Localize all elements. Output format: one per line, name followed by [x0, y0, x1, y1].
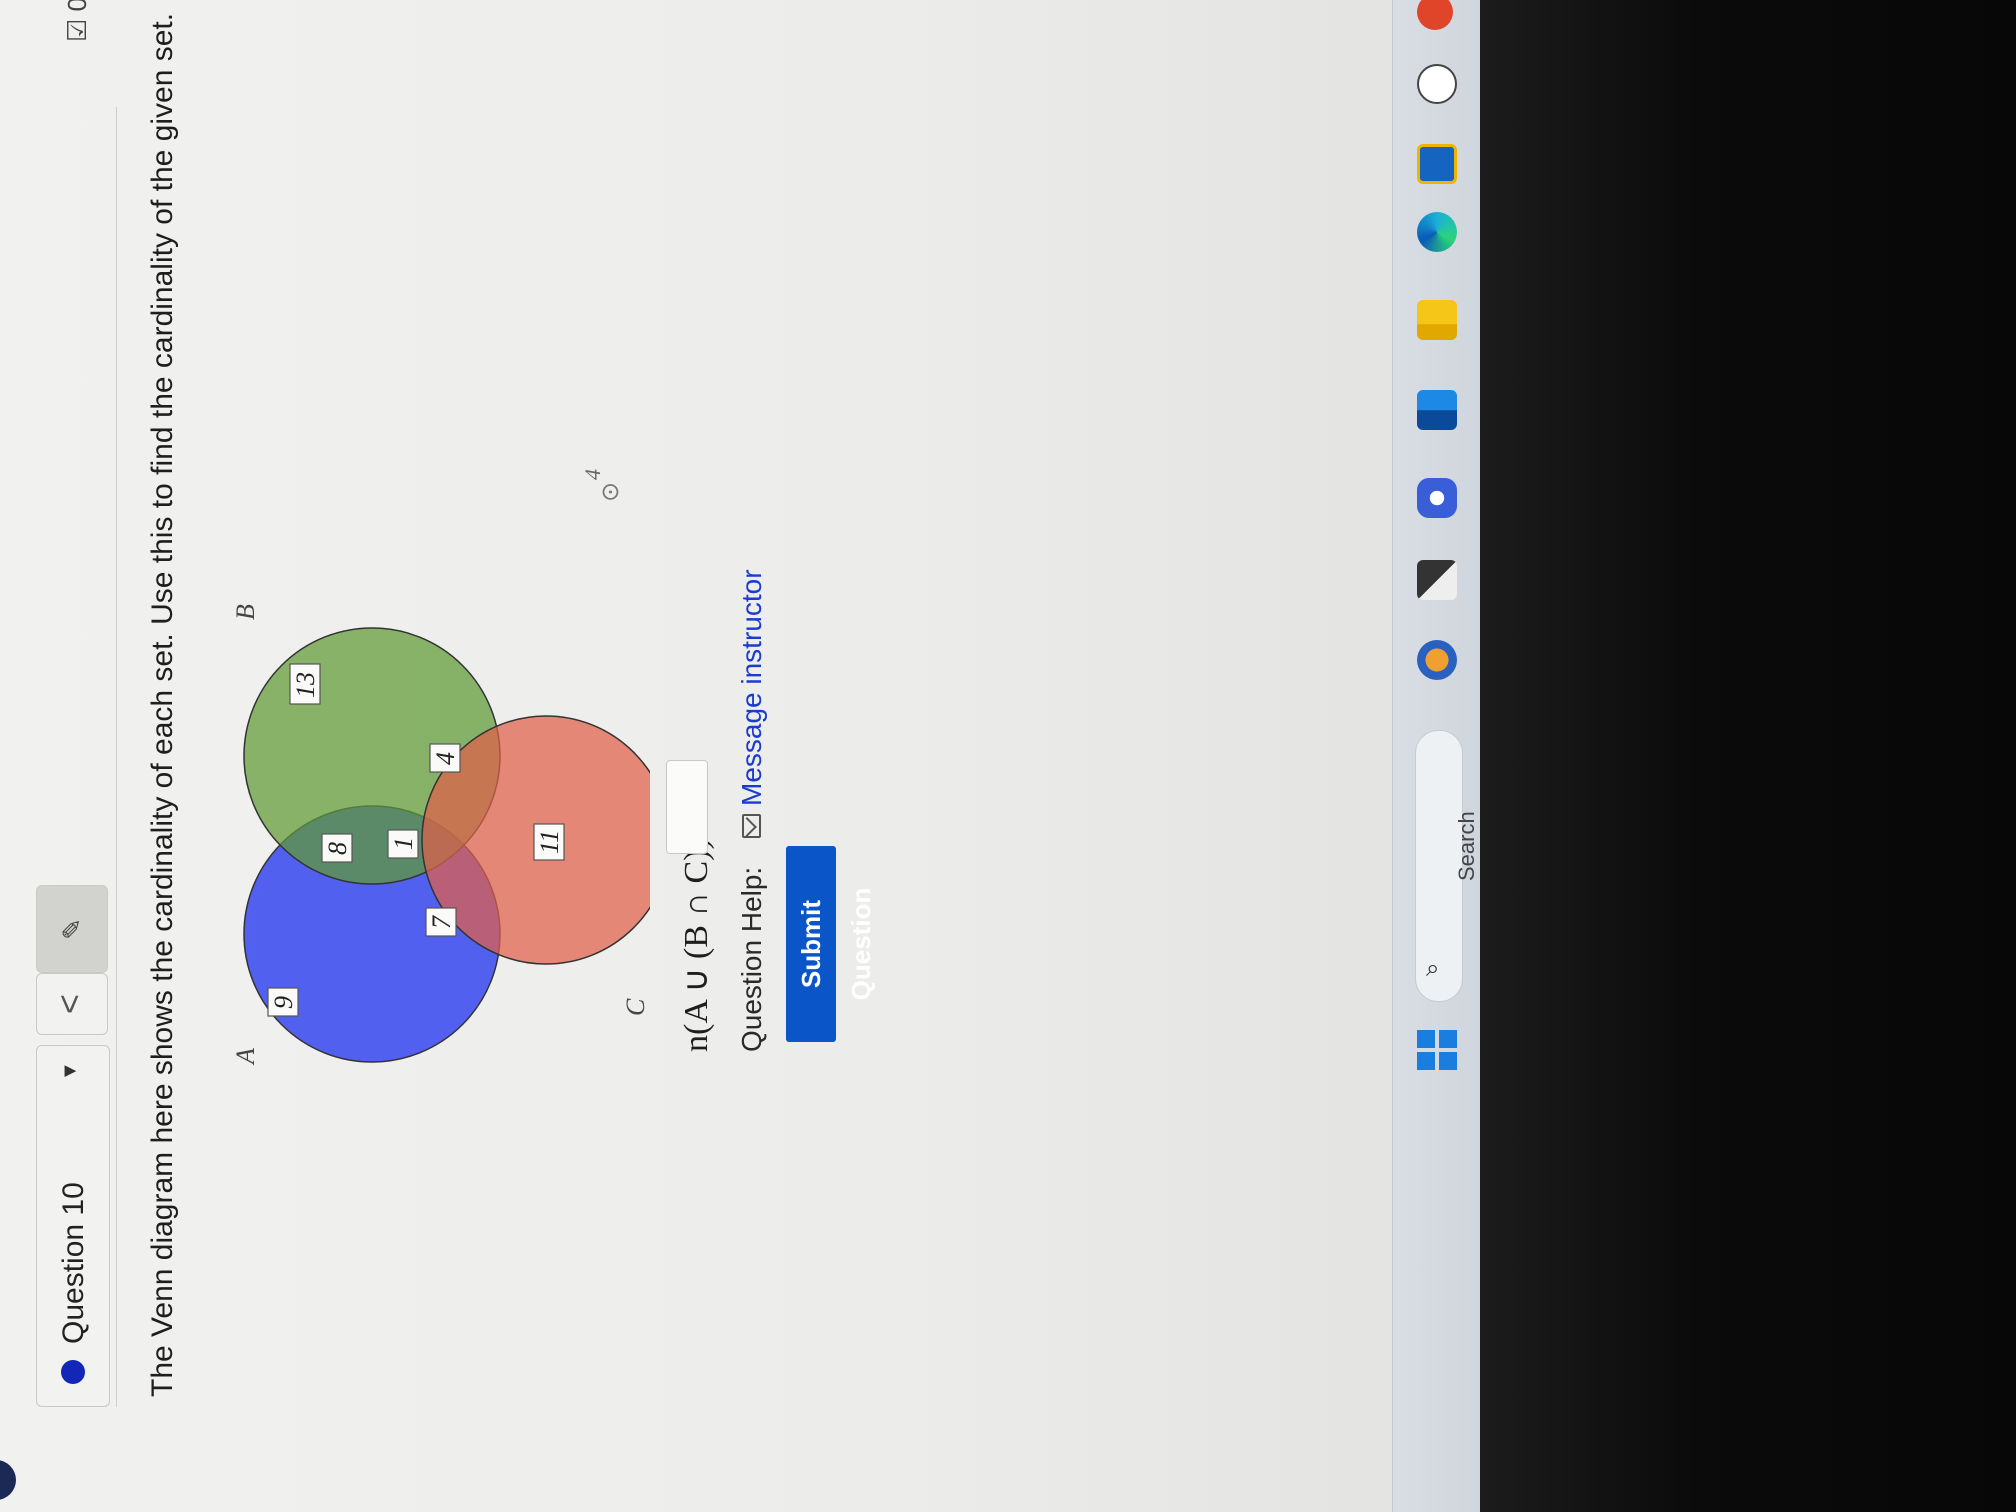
region-c-only: 11	[533, 823, 565, 861]
file-explorer-icon[interactable]	[1417, 300, 1457, 340]
windows-taskbar: Search ⌕	[1392, 0, 1481, 1512]
search-icon: ⌕	[1426, 955, 1440, 982]
copilot-icon[interactable]	[1417, 478, 1457, 518]
question-page: Question 10 ▼ < ✎ ☑ 0 The Venn diagram h…	[0, 0, 1392, 1512]
set-b-label: B	[231, 604, 260, 620]
question-help-label: Question Help:	[736, 866, 767, 1052]
question-label: Question 10	[57, 1182, 90, 1344]
region-a-c-only-value: 7	[427, 915, 456, 929]
previous-question-button[interactable]: <	[36, 973, 108, 1035]
question-toolbar: Question 10 ▼ < ✎	[36, 107, 117, 1407]
chevron-down-icon: ▼	[59, 1061, 81, 1081]
region-a-b-only-value: 8	[323, 842, 352, 855]
task-view-icon[interactable]	[1417, 560, 1457, 600]
set-c-label: C	[621, 998, 650, 1016]
submit-question-button[interactable]: Submit Question	[786, 846, 876, 1042]
region-b-c-only-value: 4	[431, 752, 460, 765]
region-a-b-c: 1	[387, 829, 419, 859]
region-a-b-c-value: 1	[389, 837, 418, 850]
browser-screen: Question 10 ▼ < ✎ ☑ 0 The Venn diagram h…	[0, 0, 1480, 1512]
windows-start-icon[interactable]	[1417, 1030, 1457, 1070]
region-b-c-only: 4	[429, 743, 461, 773]
widgets-icon[interactable]	[1417, 640, 1457, 680]
mail-app-icon[interactable]	[1417, 64, 1457, 104]
mouse-cursor-icon: ⊙	[597, 481, 624, 502]
region-a-only: 9	[267, 987, 299, 1017]
edge-browser-icon[interactable]	[1417, 212, 1457, 252]
edit-icon[interactable]: ✎	[36, 885, 108, 973]
score-badge: ☑ 0	[62, 0, 92, 42]
region-a-only-value: 9	[269, 996, 298, 1009]
region-b-only-value: 13	[291, 672, 320, 698]
taskbar-search[interactable]: Search ⌕	[1415, 730, 1479, 1002]
notification-icon[interactable]	[1417, 0, 1453, 30]
region-c-only-value: 11	[535, 830, 564, 854]
mail-icon	[742, 814, 761, 838]
message-instructor-link[interactable]: Message instructor	[736, 569, 768, 806]
taskbar-search-label: Search	[1454, 811, 1479, 881]
store-icon[interactable]	[1417, 390, 1457, 430]
region-a-c-only: 7	[425, 907, 457, 937]
region-b-only: 13	[289, 663, 321, 705]
answer-input[interactable]	[666, 760, 708, 854]
question-selector[interactable]: Question 10 ▼	[36, 1045, 110, 1407]
region-a-b-only: 8	[321, 833, 353, 863]
app-icon[interactable]	[1417, 144, 1457, 184]
question-instructions: The Venn diagram here shows the cardinal…	[146, 12, 179, 1397]
status-dot-icon	[61, 1360, 85, 1384]
outside-value: 4	[580, 469, 605, 480]
venn-diagram: A B C 9 8 13 1 7 4 11	[231, 604, 650, 1066]
set-a-label: A	[231, 1048, 260, 1066]
monitor-bezel	[1480, 0, 2016, 1512]
